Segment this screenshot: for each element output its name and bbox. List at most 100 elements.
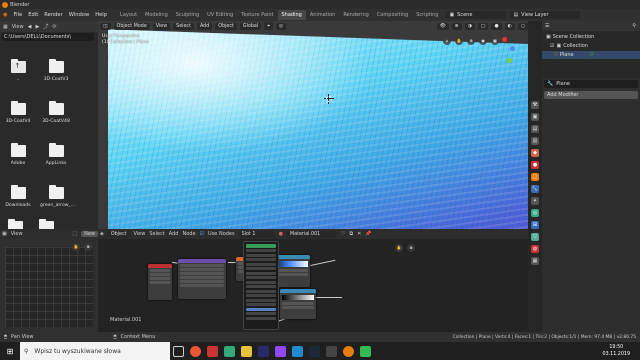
node-field[interactable]	[246, 262, 276, 266]
taskbar-search-box[interactable]: ⚲ Wpisz tu wyszukiwane słowa	[20, 342, 170, 360]
camera-icon[interactable]: ◉	[479, 37, 487, 45]
zoom-icon[interactable]: ⊕	[407, 244, 415, 252]
node-field[interactable]	[246, 258, 276, 261]
folder-item[interactable]: Downloads	[2, 185, 34, 208]
physics-tab-icon[interactable]: ◎	[531, 209, 539, 217]
tab-animation[interactable]: Animation	[306, 10, 340, 20]
app-icon[interactable]	[224, 345, 235, 357]
zoom-icon[interactable]: ⊕	[467, 37, 475, 45]
editor-type-icon[interactable]: ◫	[100, 22, 111, 30]
outliner-row-plane[interactable]: ▽ Plane ▽	[542, 51, 640, 59]
vp-menu-view[interactable]: View	[152, 22, 171, 30]
node-mapping[interactable]	[178, 259, 226, 299]
outliner-row-collection[interactable]: ☑ ▣ Collection	[542, 42, 640, 50]
outliner-icon[interactable]: ☰	[545, 23, 549, 29]
snap-icon[interactable]: ⌖	[264, 22, 273, 30]
zoom-icon[interactable]: ⊕	[84, 243, 92, 251]
node-field[interactable]	[246, 303, 276, 306]
node-field[interactable]	[246, 298, 276, 302]
node-field[interactable]	[246, 249, 276, 252]
add-modifier-button[interactable]: Add Modifier	[544, 91, 638, 99]
twitch-icon[interactable]	[275, 345, 286, 357]
output-tab-icon[interactable]: ▤	[531, 125, 539, 133]
orientation-selector[interactable]: Global	[239, 22, 262, 30]
folder-item[interactable]: green_arrow_...	[40, 185, 75, 208]
proportional-icon[interactable]: ◎	[275, 22, 287, 30]
editor-type-icon[interactable]: ▣	[2, 231, 7, 237]
tab-shading[interactable]: Shading	[277, 10, 306, 20]
axis-z-icon[interactable]	[510, 46, 515, 51]
back-arrow-icon[interactable]: ◀	[28, 24, 32, 30]
close-icon[interactable]: ✕	[357, 231, 361, 237]
overlay-icon[interactable]: ◑	[464, 22, 475, 30]
windows-start-icon[interactable]: ⊞	[0, 342, 20, 360]
constraints-tab-icon[interactable]: ⊞	[531, 221, 539, 229]
texture-tab-icon[interactable]: ▦	[531, 257, 539, 265]
node-field[interactable]	[246, 276, 276, 279]
blender-taskbar-icon[interactable]	[343, 345, 354, 357]
folder-item[interactable]: 3D-CoatV4	[2, 101, 34, 124]
gizmo-icon[interactable]: ⊕	[451, 22, 462, 30]
tab-uv-editing[interactable]: UV Editing	[203, 10, 237, 20]
checkbox-icon[interactable]: ☑	[550, 43, 554, 49]
view-layer-tab-icon[interactable]: ▥	[531, 137, 539, 145]
duplicate-icon[interactable]: ⧉	[349, 231, 353, 237]
3d-cursor-icon[interactable]	[324, 94, 334, 104]
grid-icon[interactable]: ▦	[491, 37, 499, 45]
node-field[interactable]	[246, 316, 276, 320]
menu-render[interactable]: Render	[41, 12, 65, 18]
fb-view-menu[interactable]: View	[12, 24, 24, 30]
file-explorer-icon[interactable]	[241, 345, 252, 357]
particles-tab-icon[interactable]: ✦	[531, 197, 539, 205]
ne-menu-add[interactable]: Add	[169, 231, 179, 237]
pan-hand-icon[interactable]: ✋	[72, 243, 80, 251]
system-clock[interactable]: 19:50 03.11.2019	[603, 344, 630, 358]
app-icon[interactable]	[326, 345, 337, 357]
file-path-field[interactable]: C:\Users\DELL\Documents\	[2, 33, 94, 41]
image-editor-panel[interactable]: ▣ View ⬚ New ✋ ⊕	[0, 229, 98, 332]
image-canvas-grid[interactable]	[5, 247, 93, 327]
principled-bsdf-node[interactable]	[243, 241, 279, 330]
editor-type-icon[interactable]: ▦	[3, 24, 8, 30]
ie-view-menu[interactable]: View	[11, 231, 23, 237]
node-field[interactable]	[246, 280, 276, 284]
app-icon[interactable]	[292, 345, 303, 357]
mesh-data-icon[interactable]: ▽	[590, 52, 594, 58]
pin-icon[interactable]: ⬚	[72, 231, 77, 237]
menu-window[interactable]: Window	[66, 12, 92, 18]
folder-item[interactable]: 3D-CoatV3	[40, 59, 72, 82]
menu-help[interactable]: Help	[92, 12, 110, 18]
outliner-row-scene-collection[interactable]: ▣ Scene Collection	[542, 33, 640, 41]
node-field[interactable]	[246, 253, 276, 257]
folder-item[interactable]: Adobe	[2, 143, 34, 166]
3d-viewport[interactable]: ◫ Object Mode View Select Add Object Glo…	[98, 21, 528, 229]
material-selector[interactable]: Material.001	[287, 230, 337, 238]
shading-rendered-icon[interactable]: ○	[517, 22, 528, 30]
pin-icon[interactable]: 📌	[365, 231, 371, 237]
mode-selector[interactable]: Object Mode	[113, 22, 150, 30]
blender-menu-icon[interactable]: ◉	[0, 12, 11, 18]
modifier-tab-icon[interactable]: 🔧	[531, 185, 539, 193]
tab-scripting[interactable]: Scripting	[412, 10, 442, 20]
material-tab-icon[interactable]: ◍	[531, 245, 539, 253]
task-view-icon[interactable]	[173, 345, 184, 357]
refresh-icon[interactable]: ⟳	[52, 24, 56, 30]
slot-selector[interactable]: Slot 1	[238, 230, 275, 238]
filter-icon[interactable]: ⚲	[632, 23, 636, 29]
shading-material-icon[interactable]: ◐	[504, 22, 515, 30]
render-tab-icon[interactable]: ▣	[531, 113, 539, 121]
pan-hand-icon[interactable]: ✋	[455, 37, 463, 45]
node-field[interactable]	[246, 312, 276, 315]
node-field[interactable]	[246, 285, 276, 288]
tab-sculpting[interactable]: Sculpting	[172, 10, 203, 20]
object-name-field[interactable]: 🔧 Plane	[544, 80, 638, 88]
menu-edit[interactable]: Edit	[25, 12, 41, 18]
vp-menu-select[interactable]: Select	[173, 22, 194, 30]
node-field-selected[interactable]	[246, 307, 276, 311]
node-field[interactable]	[246, 271, 276, 275]
tab-layout[interactable]: Layout	[116, 10, 141, 20]
steam-icon[interactable]	[309, 345, 320, 357]
parent-dir-icon[interactable]: ⤴	[43, 23, 48, 30]
folder-item[interactable]: AppLinks	[40, 143, 72, 166]
app-icon[interactable]	[258, 345, 269, 357]
